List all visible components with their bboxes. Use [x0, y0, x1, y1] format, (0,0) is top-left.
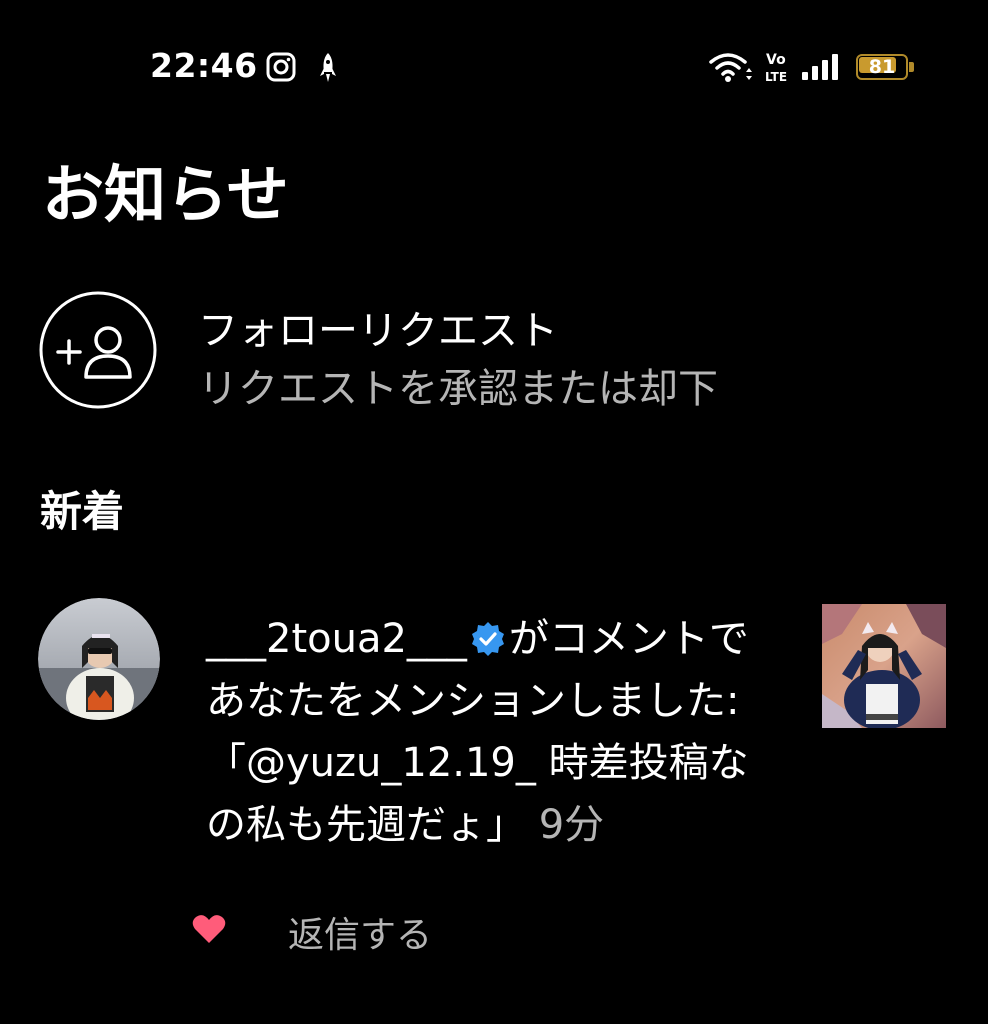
heart-icon[interactable]: [192, 914, 226, 944]
battery-tip: [909, 62, 914, 72]
follow-requests-title: フォローリクエスト: [198, 308, 558, 354]
battery-icon: 81: [856, 54, 916, 80]
notification-item[interactable]: ___2toua2___ がコメントであなたをメンションしました: 「@yuzu_…: [0, 592, 988, 992]
reply-button[interactable]: 返信する: [288, 906, 432, 958]
avatar[interactable]: [38, 598, 160, 720]
section-heading-new: 新着: [40, 487, 125, 536]
notification-username[interactable]: ___2toua2___: [206, 616, 467, 662]
status-time: 22:46: [150, 46, 258, 85]
notification-text: ___2toua2___ がコメントであなたをメンションしました: 「@yuzu_…: [206, 608, 786, 856]
rocket-icon: [320, 53, 336, 82]
wifi-icon: [709, 53, 752, 82]
battery-level: 81: [868, 56, 896, 78]
volte-icon: Vo LTE: [765, 52, 787, 84]
follow-requests-subtitle: リクエストを承認または却下: [198, 366, 718, 412]
verified-badge-icon: [471, 622, 504, 656]
svg-text:LTE: LTE: [765, 70, 787, 84]
status-bar: 22:46 Vo LTE 81: [0, 0, 988, 130]
instagram-icon: [266, 52, 296, 82]
signal-icon: [802, 54, 838, 80]
notification-time: 9分: [538, 802, 605, 848]
add-person-icon: [39, 291, 157, 409]
svg-text:Vo: Vo: [766, 52, 786, 68]
page-title: お知らせ: [42, 158, 289, 231]
follow-requests-row[interactable]: フォローリクエスト リクエストを承認または却下: [38, 290, 938, 412]
post-thumbnail[interactable]: [822, 604, 946, 728]
